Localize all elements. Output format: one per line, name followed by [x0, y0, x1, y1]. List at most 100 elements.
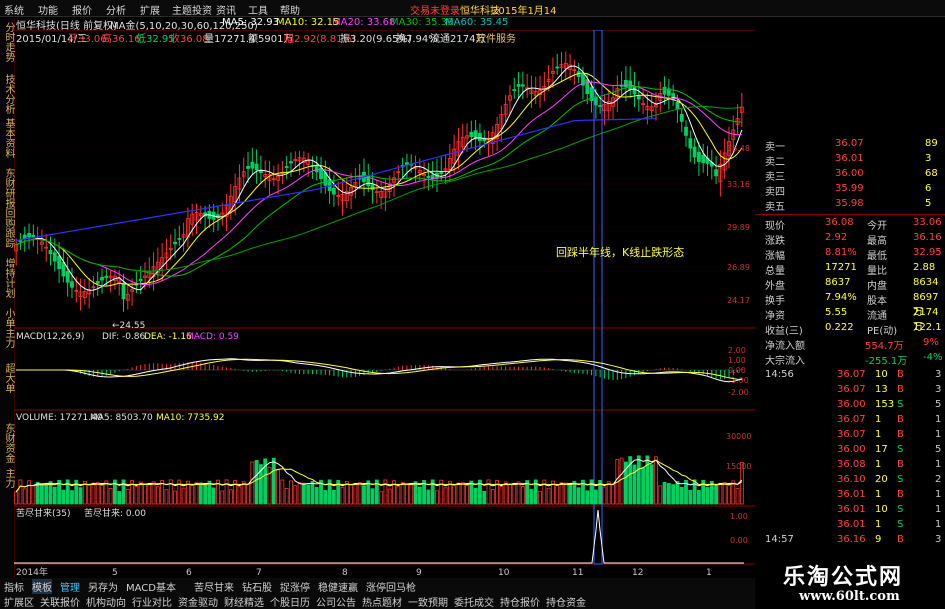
- tick-side: B: [897, 489, 904, 500]
- stat-row: 涨跌 2.92 最高 36.16: [755, 232, 945, 247]
- volume-bar: [512, 483, 517, 505]
- volume-bar: [207, 480, 212, 505]
- volume-bar: [340, 486, 345, 505]
- bottom-tab[interactable]: 持仓报价: [500, 594, 540, 609]
- volume-bar: [465, 485, 469, 505]
- volume-bar: [473, 487, 478, 505]
- bottom-tab[interactable]: 委托成交: [454, 594, 494, 609]
- volume-header-text: MA10: 7735.92: [156, 413, 224, 423]
- price-axis-label: 24.17: [727, 296, 750, 305]
- order-price: 36.01: [835, 153, 864, 164]
- tick-row: 14:57 36.16 9 B 3: [755, 534, 945, 548]
- tick-side: B: [897, 429, 904, 440]
- menu-item[interactable]: 主题投资: [172, 2, 212, 17]
- volume-bar: [619, 457, 624, 505]
- volume-bar: [190, 484, 195, 505]
- bottom-tab[interactable]: 一致预期: [408, 594, 448, 609]
- bottom-tab[interactable]: 捉涨停: [280, 579, 310, 594]
- candle-body: [95, 281, 100, 284]
- bottom-tab[interactable]: 稳健速赢: [318, 579, 358, 594]
- flow-value: -255.1万: [865, 356, 908, 367]
- volume-bar: [70, 490, 74, 505]
- candle-body: [18, 240, 23, 242]
- tick-price: 36.00: [837, 399, 866, 410]
- stat-value: 36.08: [825, 217, 854, 228]
- tick-volume: 10: [875, 504, 888, 515]
- candle-body: [48, 250, 53, 255]
- bottom-tab[interactable]: 指标: [4, 579, 24, 594]
- volume-bar: [649, 464, 654, 505]
- tick-side: B: [897, 414, 904, 425]
- tick-volume: 20: [875, 474, 888, 485]
- candle-body: [405, 162, 409, 165]
- candle-body: [177, 238, 182, 240]
- volume-bar: [284, 488, 289, 505]
- bottom-tab[interactable]: 钻石股: [242, 579, 272, 594]
- menu-item[interactable]: 资讯: [216, 2, 236, 17]
- volume-bar: [636, 455, 641, 505]
- volume-bar: [538, 490, 542, 505]
- volume-bar: [18, 479, 23, 505]
- menu-item[interactable]: 功能: [38, 2, 58, 17]
- login-status[interactable]: 交易未登录: [410, 2, 460, 17]
- volume-bar: [44, 484, 49, 505]
- volume-bar: [310, 481, 315, 505]
- volume-header-text: MA5: 8503.70: [90, 413, 153, 423]
- tick-row: 36.01 1 B 1: [755, 489, 945, 503]
- order-label: 卖一: [765, 142, 785, 153]
- candle-body: [593, 96, 598, 106]
- order-volume: 68: [925, 168, 938, 179]
- tick-row: 36.07 1 B 1: [755, 429, 945, 443]
- kline-chart-area[interactable]: ←24.55 回踩半年线，K线止跌形态 36.48 33.16 29.89 26.89 24…: [14, 30, 755, 578]
- stat-value: 32.95: [913, 247, 942, 258]
- volume-bar: [602, 486, 607, 505]
- stat-value: 122.1: [913, 322, 942, 333]
- macd-header-text: MACD(12,26,9): [16, 332, 84, 342]
- bottom-tab[interactable]: 模板: [32, 579, 52, 594]
- bottom-tab[interactable]: 另存为: [88, 579, 118, 594]
- bottom-tab[interactable]: 持仓资金: [546, 594, 586, 609]
- bottom-tab[interactable]: MACD基本: [126, 579, 176, 594]
- bottom-tab[interactable]: 管理: [60, 579, 80, 594]
- bottom-tab[interactable]: 热点题材: [362, 594, 402, 609]
- bottom-tab[interactable]: 涨停回马枪: [366, 579, 416, 594]
- volume-bar: [52, 486, 57, 505]
- volume-bar: [546, 487, 551, 505]
- menu-item[interactable]: 分析: [106, 2, 126, 17]
- bottom-tab[interactable]: 个股日历: [270, 594, 310, 609]
- menu-item[interactable]: 报价: [72, 2, 92, 17]
- volume-bar: [679, 486, 684, 505]
- stat-value: 17271: [825, 262, 857, 273]
- menu-item[interactable]: 帮助: [280, 2, 300, 17]
- bottom-tab[interactable]: 机构动向: [86, 594, 126, 609]
- volume-bar: [405, 483, 409, 505]
- tick-side: B: [897, 534, 904, 545]
- tick-count: 5: [935, 444, 942, 455]
- volume-bar: [78, 487, 83, 505]
- menu-item[interactable]: 扩展: [140, 2, 160, 17]
- volume-bar: [585, 490, 590, 505]
- price-axis-label: 26.89: [727, 263, 750, 272]
- volume-bar: [27, 480, 31, 505]
- bottom-tab[interactable]: 苦尽甘来: [194, 579, 234, 594]
- bottom-tab[interactable]: 行业对比: [132, 594, 172, 609]
- stat-label: 收益(三): [765, 326, 803, 337]
- menu-item[interactable]: 系统: [4, 2, 24, 17]
- time-axis-label: 2014年: [16, 566, 48, 578]
- time-axis-label: 6: [186, 568, 192, 578]
- menu-item[interactable]: 工具: [248, 2, 268, 17]
- bottom-tab[interactable]: 财经精选: [224, 594, 264, 609]
- bottom-tab[interactable]: 关联报价: [40, 594, 80, 609]
- tick-price: 36.07: [837, 414, 866, 425]
- bottom-tab[interactable]: 资金驱动: [178, 594, 218, 609]
- bottom-tab[interactable]: 公司公告: [316, 594, 356, 609]
- volume-bar: [293, 485, 298, 505]
- volume-bar: [220, 490, 225, 505]
- volume-bar: [95, 482, 100, 505]
- tick-side: S: [897, 519, 904, 530]
- order-price: 35.98: [835, 198, 864, 209]
- bottom-tab[interactable]: 扩展区: [4, 594, 34, 609]
- volume-bar: [435, 490, 439, 505]
- indicator-header-text: 苦尽甘来(35): [16, 507, 70, 519]
- ma30-value: MA30: 35.39: [390, 17, 454, 28]
